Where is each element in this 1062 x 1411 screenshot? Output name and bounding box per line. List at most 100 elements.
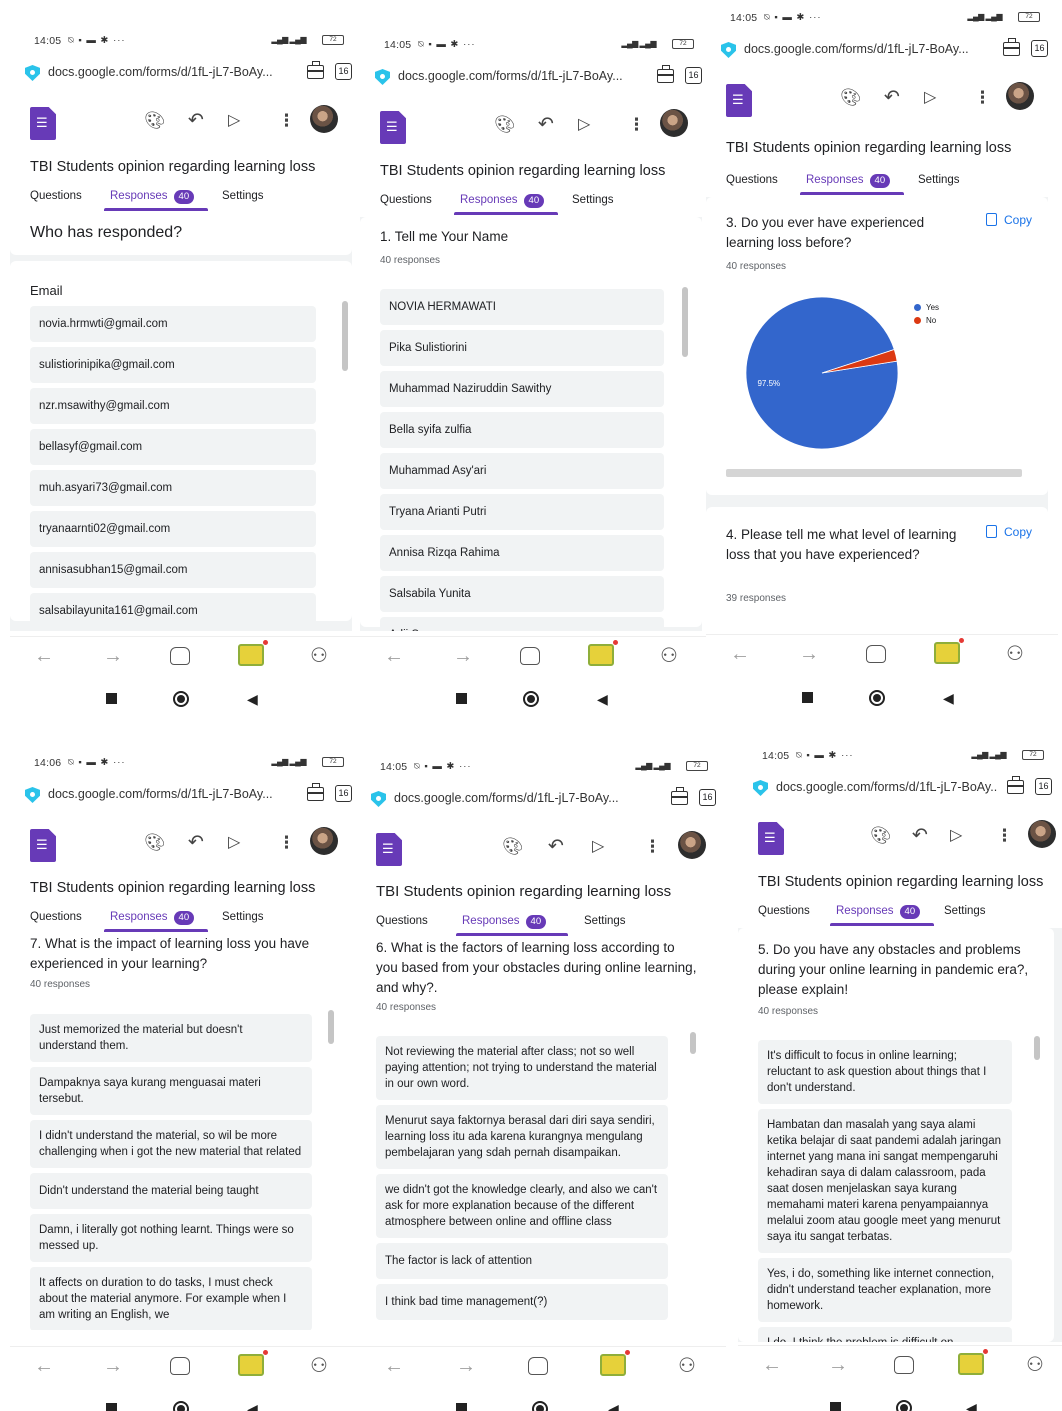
google-forms-logo-icon[interactable] xyxy=(376,833,402,866)
content-area[interactable]: 6. What is the factors of learning loss … xyxy=(356,938,716,1342)
legend-item-no[interactable]: No xyxy=(914,314,939,327)
content-area[interactable]: Who has responded? Email novia.hrmwti@gm… xyxy=(10,213,352,631)
recent-apps-icon[interactable] xyxy=(456,1403,467,1411)
back-arrow-icon[interactable]: ← xyxy=(762,1354,782,1376)
briefcase-icon[interactable] xyxy=(657,65,674,83)
content-area[interactable]: 7. What is the impact of learning loss y… xyxy=(10,934,352,1330)
send-icon[interactable]: ▷ xyxy=(592,837,604,857)
forward-arrow-icon[interactable]: → xyxy=(453,645,473,667)
list-scrollbar[interactable] xyxy=(1034,1036,1040,1060)
list-scrollbar[interactable] xyxy=(328,1010,334,1044)
tab-responses[interactable]: Responses 40 xyxy=(806,174,891,188)
url-text[interactable]: docs.google.com/forms/d/1fL-jL7-BoAy... xyxy=(394,791,649,805)
recent-apps-icon[interactable] xyxy=(830,1402,841,1411)
more-vert-icon[interactable]: ⋮ xyxy=(996,826,1013,846)
home-icon[interactable] xyxy=(866,645,886,663)
back-arrow-icon[interactable]: ← xyxy=(384,645,404,667)
url-text[interactable]: docs.google.com/forms/d/1fL-jL7-BoAy... xyxy=(48,65,288,79)
system-back-icon[interactable]: ◀ xyxy=(597,691,608,707)
chart-horizontal-scrollbar[interactable] xyxy=(726,469,1022,477)
system-back-icon[interactable]: ◀ xyxy=(943,690,954,706)
tab-responses[interactable]: Responses 40 xyxy=(110,190,195,204)
undo-icon[interactable]: ↶ xyxy=(548,837,564,857)
tab-count-button[interactable]: 16 xyxy=(1031,40,1048,57)
avatar[interactable] xyxy=(678,831,706,859)
forward-arrow-icon[interactable]: → xyxy=(456,1355,476,1377)
undo-icon[interactable]: ↶ xyxy=(188,833,204,853)
tab-settings[interactable]: Settings xyxy=(944,905,986,917)
back-arrow-icon[interactable]: ← xyxy=(34,1355,54,1377)
extension-icon[interactable] xyxy=(934,638,964,664)
system-home-icon[interactable] xyxy=(869,690,885,706)
home-icon[interactable] xyxy=(170,647,190,665)
content-area[interactable]: 1. Tell me Your Name 40 responses NOVIA … xyxy=(360,217,702,631)
content-area[interactable]: 5. Do you have any obstacles and problem… xyxy=(738,928,1062,1342)
url-text[interactable]: docs.google.com/forms/d/1fL-jL7-BoAy... xyxy=(744,42,984,56)
undo-icon[interactable]: ↶ xyxy=(188,111,204,131)
more-vert-icon[interactable]: ⋮ xyxy=(974,88,991,108)
palette-icon[interactable]: 🎨︎ xyxy=(840,88,862,108)
extension-icon[interactable] xyxy=(588,640,618,666)
system-back-icon[interactable]: ◀ xyxy=(247,1401,258,1411)
url-bar[interactable]: docs.google.com/forms/d/1fL-jL7-BoAy... … xyxy=(10,780,362,810)
palette-icon[interactable]: 🎨︎ xyxy=(144,111,166,131)
tab-settings[interactable]: Settings xyxy=(584,915,626,927)
avatar[interactable] xyxy=(1028,820,1056,848)
home-icon[interactable] xyxy=(170,1357,190,1375)
tab-questions[interactable]: Questions xyxy=(758,905,810,917)
back-arrow-icon[interactable]: ← xyxy=(34,645,54,667)
account-icon[interactable]: ⚇ xyxy=(678,1355,696,1377)
home-icon[interactable] xyxy=(528,1357,548,1375)
system-home-icon[interactable] xyxy=(896,1400,912,1411)
recent-apps-icon[interactable] xyxy=(802,692,813,703)
more-vert-icon[interactable]: ⋮ xyxy=(628,115,645,135)
undo-icon[interactable]: ↶ xyxy=(884,88,900,108)
briefcase-icon[interactable] xyxy=(1007,776,1024,794)
recent-apps-icon[interactable] xyxy=(106,1403,117,1411)
google-forms-logo-icon[interactable] xyxy=(30,107,56,140)
account-icon[interactable]: ⚇ xyxy=(310,645,328,667)
briefcase-icon[interactable] xyxy=(1003,38,1020,56)
tab-settings[interactable]: Settings xyxy=(222,911,264,923)
avatar[interactable] xyxy=(1006,82,1034,110)
url-bar[interactable]: docs.google.com/forms/d/1fL-jL7-BoAy... … xyxy=(706,35,1058,65)
tab-questions[interactable]: Questions xyxy=(30,911,82,923)
tab-count-button[interactable]: 16 xyxy=(1035,778,1052,795)
account-icon[interactable]: ⚇ xyxy=(1006,643,1024,665)
tab-settings[interactable]: Settings xyxy=(572,194,614,206)
palette-icon[interactable]: 🎨︎ xyxy=(502,837,524,857)
forward-arrow-icon[interactable]: → xyxy=(103,1355,123,1377)
extension-icon[interactable] xyxy=(238,640,268,666)
extension-icon[interactable] xyxy=(238,1350,268,1376)
tab-responses[interactable]: Responses 40 xyxy=(110,911,195,925)
briefcase-icon[interactable] xyxy=(307,783,324,801)
forward-arrow-icon[interactable]: → xyxy=(828,1354,848,1376)
palette-icon[interactable]: 🎨︎ xyxy=(870,826,892,846)
briefcase-icon[interactable] xyxy=(307,61,324,79)
google-forms-logo-icon[interactable] xyxy=(30,829,56,862)
tab-settings[interactable]: Settings xyxy=(918,174,960,186)
url-bar[interactable]: docs.google.com/forms/d/1fL-jL7-BoAy... … xyxy=(10,58,362,88)
content-area[interactable]: 3. Do you ever have experienced learning… xyxy=(706,197,1048,629)
copy-chart-button[interactable]: Copy xyxy=(985,213,1032,227)
send-icon[interactable]: ▷ xyxy=(228,111,240,131)
tab-count-button[interactable]: 16 xyxy=(685,67,702,84)
avatar[interactable] xyxy=(660,109,688,137)
list-scrollbar[interactable] xyxy=(690,1032,696,1054)
forward-arrow-icon[interactable]: → xyxy=(103,645,123,667)
system-home-icon[interactable] xyxy=(173,691,189,707)
tab-questions[interactable]: Questions xyxy=(726,174,778,186)
back-arrow-icon[interactable]: ← xyxy=(730,643,750,665)
url-text[interactable]: docs.google.com/forms/d/1fL-jL7-BoAy... xyxy=(398,69,638,83)
google-forms-logo-icon[interactable] xyxy=(726,84,752,117)
home-icon[interactable] xyxy=(520,647,540,665)
palette-icon[interactable]: 🎨︎ xyxy=(494,115,516,135)
system-home-icon[interactable] xyxy=(523,691,539,707)
undo-icon[interactable]: ↶ xyxy=(912,826,928,846)
tab-count-button[interactable]: 16 xyxy=(699,789,716,806)
legend-item-yes[interactable]: Yes xyxy=(914,301,939,314)
google-forms-logo-icon[interactable] xyxy=(758,822,784,855)
tab-settings[interactable]: Settings xyxy=(222,190,264,202)
google-forms-logo-icon[interactable] xyxy=(380,111,406,144)
system-back-icon[interactable]: ◀ xyxy=(966,1400,977,1411)
